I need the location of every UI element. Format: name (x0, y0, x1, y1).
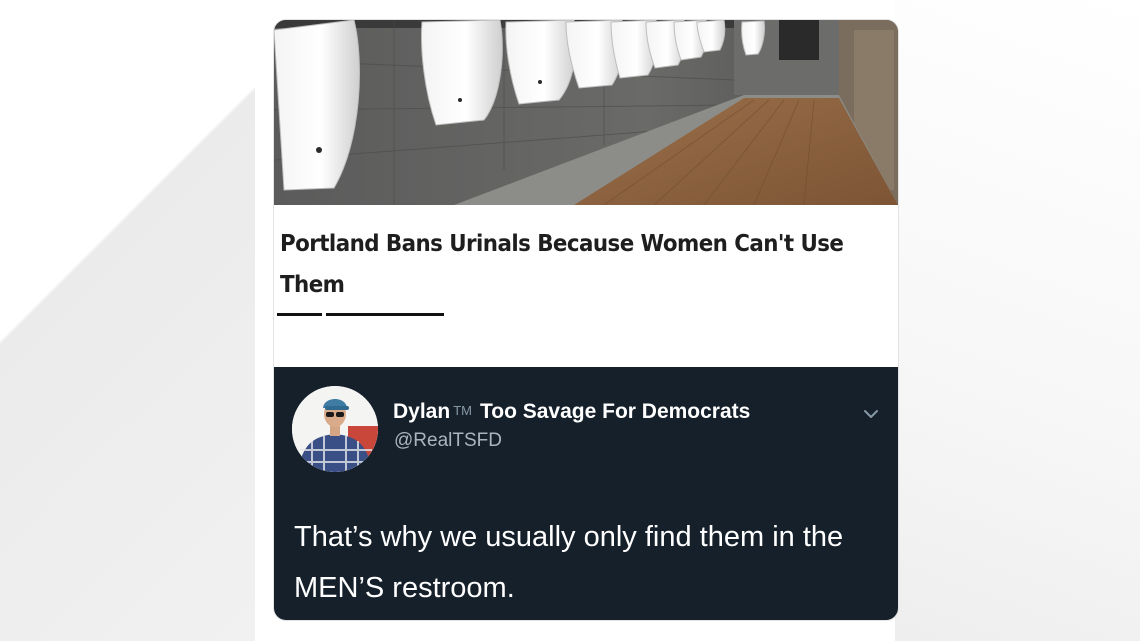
tweet-text: That’s why we usually only find them in … (294, 521, 844, 604)
author-name[interactable]: Dylan TM Too Savage For Democrats (393, 400, 750, 424)
background-left (0, 0, 255, 641)
restroom-urinals-photo (274, 20, 898, 205)
trademark-mark: TM (453, 403, 472, 418)
tweet: Dylan TM Too Savage For Democrats @RealTSF… (274, 367, 898, 620)
background-right (895, 0, 1140, 641)
article-headline: Portland Bans Urinals Because Women Can'… (280, 231, 844, 298)
author-name-suffix: Too Savage For Democrats (479, 400, 751, 423)
author-first-name: Dylan (393, 400, 451, 423)
profile-photo-avatar[interactable] (292, 386, 378, 472)
headline-underline-short (277, 313, 322, 316)
headline-underline-long (326, 313, 444, 316)
chevron-down-icon[interactable] (862, 407, 880, 421)
author-handle[interactable]: @RealTSFD (394, 430, 502, 452)
meme-card: Portland Bans Urinals Because Women Can'… (274, 20, 898, 620)
